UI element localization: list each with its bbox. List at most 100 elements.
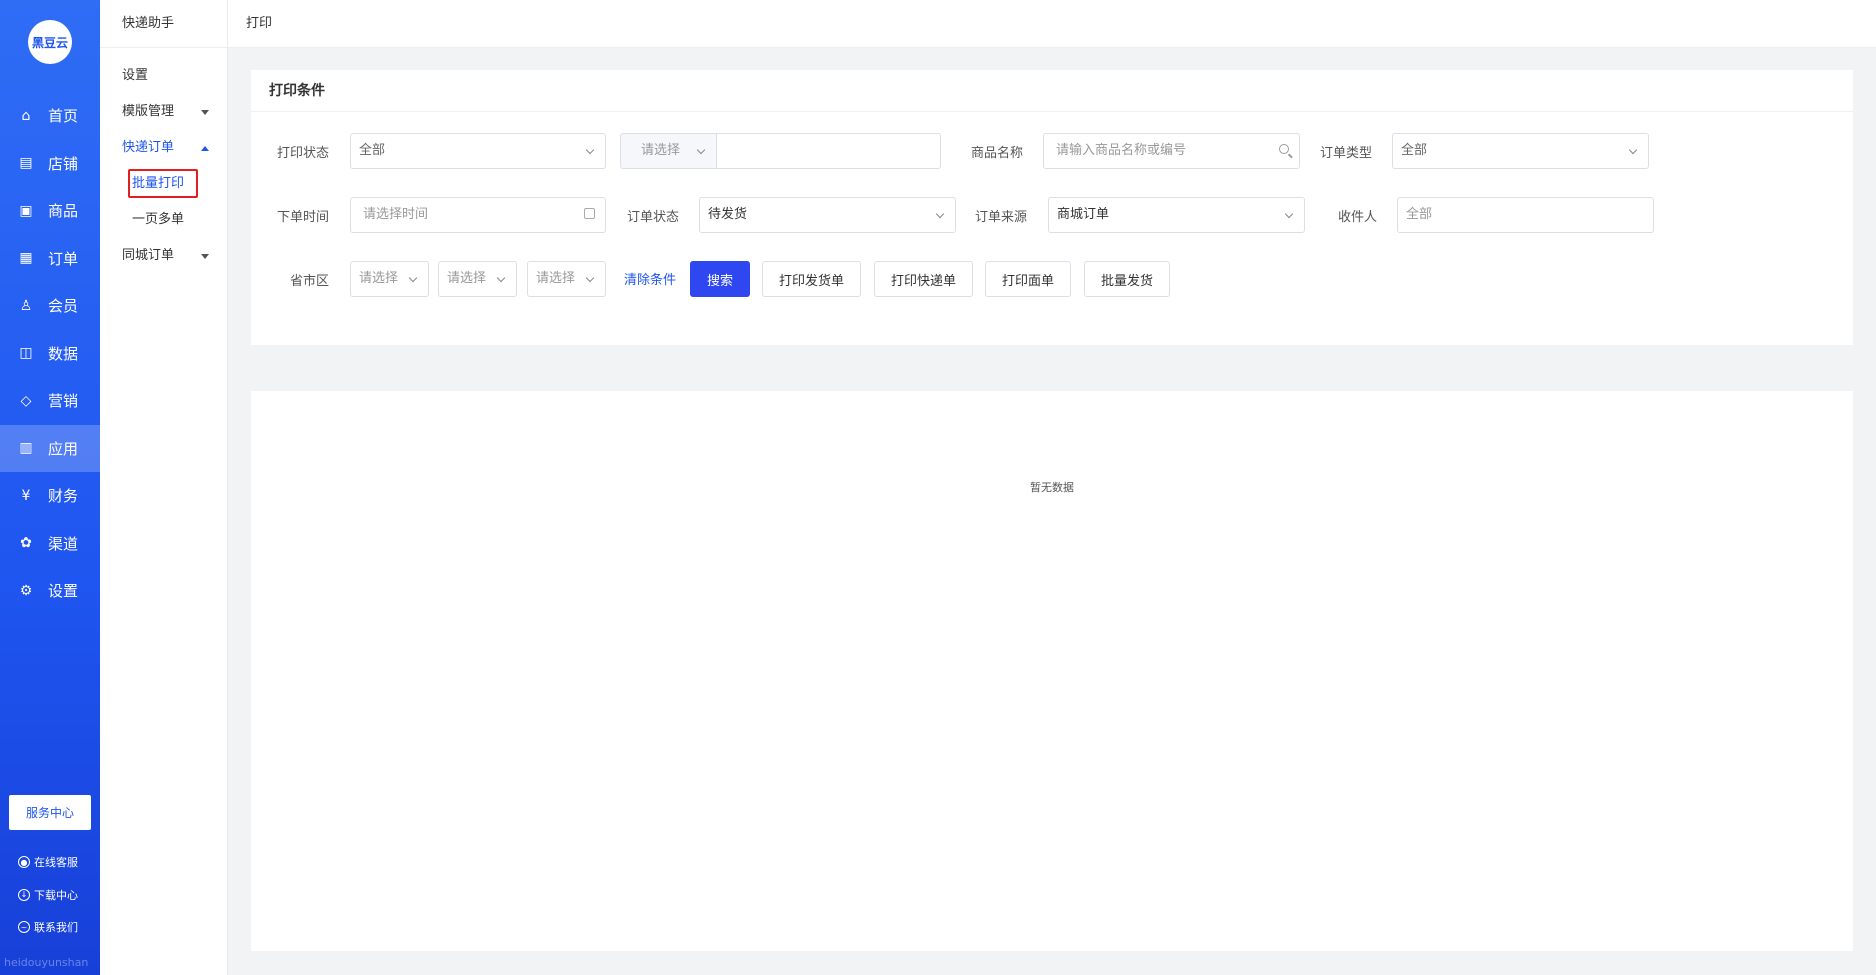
chevron-down-icon <box>1284 209 1294 219</box>
chevron-down-icon <box>408 273 418 283</box>
print-invoice-button[interactable]: 打印发货单 <box>762 261 861 297</box>
chevron-down-icon <box>585 273 595 283</box>
nav-item-store[interactable]: ▤ 店铺 <box>0 140 100 188</box>
online-service-link[interactable]: ● 在线客服 <box>18 846 78 879</box>
city-select[interactable]: 请选择 <box>438 261 517 297</box>
chevron-down-icon <box>201 110 209 115</box>
batch-ship-button[interactable]: 批量发货 <box>1084 261 1170 297</box>
receiver-input[interactable]: 全部 <box>1397 197 1654 233</box>
goods-name-input[interactable]: 请输入商品名称或编号 <box>1043 133 1300 169</box>
submenu-item-one-page-multi[interactable]: 一页多单 <box>100 202 227 238</box>
nav-item-home[interactable]: ⌂ 首页 <box>0 92 100 140</box>
nav-label: 订单 <box>48 249 79 268</box>
receiver-label: 收件人 <box>1338 210 1378 225</box>
submenu-label: 批量打印 <box>128 169 199 198</box>
order-time-picker[interactable]: 请选择时间 <box>350 197 606 233</box>
combo-select[interactable]: 请选择 <box>620 133 717 169</box>
input-placeholder: 全部 <box>1406 207 1433 222</box>
nav-label: 商品 <box>48 202 79 221</box>
tag-icon: ◇ <box>20 392 32 409</box>
link-label: 在线客服 <box>34 856 78 870</box>
brand-watermark: heidouyunshan <box>4 956 89 969</box>
region-label: 省市区 <box>290 274 330 289</box>
search-icon[interactable] <box>1279 144 1289 154</box>
nav-item-goods[interactable]: ▣ 商品 <box>0 187 100 235</box>
link-label: 联系我们 <box>34 921 78 935</box>
combo-input[interactable] <box>716 133 941 169</box>
goods-icon: ▣ <box>19 202 33 219</box>
clear-conditions-link[interactable]: 清除条件 <box>624 269 676 288</box>
nav-item-channel[interactable]: ✿ 渠道 <box>0 520 100 568</box>
submenu-item-batch-print[interactable]: 批量打印 <box>100 166 227 202</box>
order-time-label: 下单时间 <box>277 210 330 225</box>
main-nav: ⌂ 首页 ▤ 店铺 ▣ 商品 ▦ 订单 ♙ 会员 ◫ 数据 ◇ 营销 ▥ 应用 ¥ 财务 ✿ 渠道 … <box>0 92 100 615</box>
result-table: 暂无数据 <box>251 391 1853 951</box>
chevron-down-icon <box>201 254 209 259</box>
order-status-select[interactable]: 待发货 <box>699 197 956 233</box>
nav-item-app[interactable]: ▥ 应用 <box>0 424 100 472</box>
input-placeholder: 请输入商品名称或编号 <box>1056 143 1187 158</box>
search-button[interactable]: 搜索 <box>690 261 750 297</box>
link-label: 下载中心 <box>34 888 78 902</box>
select-value: 商城订单 <box>1057 207 1110 222</box>
print-express-button[interactable]: 打印快递单 <box>874 261 973 297</box>
secondary-sidebar: 快递助手 设置 模版管理 快递订单 批量打印 一页多单 同城订单 <box>100 0 228 975</box>
brand-logo[interactable]: 黑豆云 <box>28 20 72 64</box>
nav-item-order[interactable]: ▦ 订单 <box>0 235 100 283</box>
chevron-down-icon <box>1628 145 1638 155</box>
store-icon: ▤ <box>19 155 33 172</box>
nav-item-data[interactable]: ◫ 数据 <box>0 330 100 378</box>
order-source-select[interactable]: 商城订单 <box>1048 197 1305 233</box>
order-type-label: 订单类型 <box>1320 146 1373 161</box>
nav-item-marketing[interactable]: ◇ 营销 <box>0 377 100 425</box>
breadcrumb-current: 打印 <box>246 16 273 31</box>
nav-item-finance[interactable]: ¥ 财务 <box>0 472 100 520</box>
select-value: 请选择 <box>359 271 399 286</box>
customer-service-icon: ● <box>18 856 30 869</box>
nav-label: 数据 <box>48 344 79 363</box>
channel-icon: ✿ <box>20 535 32 552</box>
nav-item-member[interactable]: ♙ 会员 <box>0 282 100 330</box>
calendar-icon <box>584 208 595 219</box>
print-waybill-button[interactable]: 打印面单 <box>985 261 1071 297</box>
submenu-label: 模版管理 <box>122 104 175 119</box>
member-icon: ♙ <box>19 297 33 314</box>
empty-state: 暂无数据 <box>1030 481 1074 494</box>
submenu-item-local-order[interactable]: 同城订单 <box>100 238 227 274</box>
select-value: 全部 <box>359 143 386 158</box>
nav-label: 应用 <box>48 439 79 458</box>
chevron-up-icon <box>201 146 209 151</box>
goods-name-label: 商品名称 <box>971 146 1024 161</box>
nav-label: 会员 <box>48 297 79 316</box>
submenu-item-template[interactable]: 模版管理 <box>100 94 227 130</box>
order-type-select[interactable]: 全部 <box>1392 133 1649 169</box>
submenu-title: 快递助手 <box>100 0 227 48</box>
chevron-down-icon <box>696 145 706 155</box>
breadcrumb: 打印 <box>228 0 1876 48</box>
submenu-label: 快递订单 <box>122 140 175 155</box>
select-value: 请选择 <box>536 271 576 286</box>
bottom-links: ● 在线客服 ↓ 下载中心 ~ 联系我们 <box>18 846 78 944</box>
submenu-item-express-order[interactable]: 快递订单 <box>100 130 227 166</box>
submenu-item-settings[interactable]: 设置 <box>100 58 227 94</box>
download-center-link[interactable]: ↓ 下载中心 <box>18 879 78 912</box>
service-center-button[interactable]: 服务中心 <box>9 795 91 830</box>
data-icon: ◫ <box>19 345 33 362</box>
order-status-label: 订单状态 <box>627 210 680 225</box>
download-icon: ↓ <box>18 888 30 901</box>
district-select[interactable]: 请选择 <box>527 261 606 297</box>
select-value: 请选择 <box>447 271 487 286</box>
contact-us-link[interactable]: ~ 联系我们 <box>18 911 78 944</box>
nav-label: 营销 <box>48 392 79 411</box>
print-status-select[interactable]: 全部 <box>350 133 606 169</box>
submenu-label: 同城订单 <box>122 248 175 263</box>
province-select[interactable]: 请选择 <box>350 261 429 297</box>
print-status-label: 打印状态 <box>277 146 330 161</box>
nav-label: 店铺 <box>48 154 79 173</box>
chevron-down-icon <box>585 145 595 155</box>
chevron-down-icon <box>496 273 506 283</box>
input-placeholder: 请选择时间 <box>363 207 429 222</box>
nav-item-settings[interactable]: ⚙ 设置 <box>0 567 100 615</box>
nav-label: 设置 <box>48 582 79 601</box>
order-source-label: 订单来源 <box>975 210 1028 225</box>
